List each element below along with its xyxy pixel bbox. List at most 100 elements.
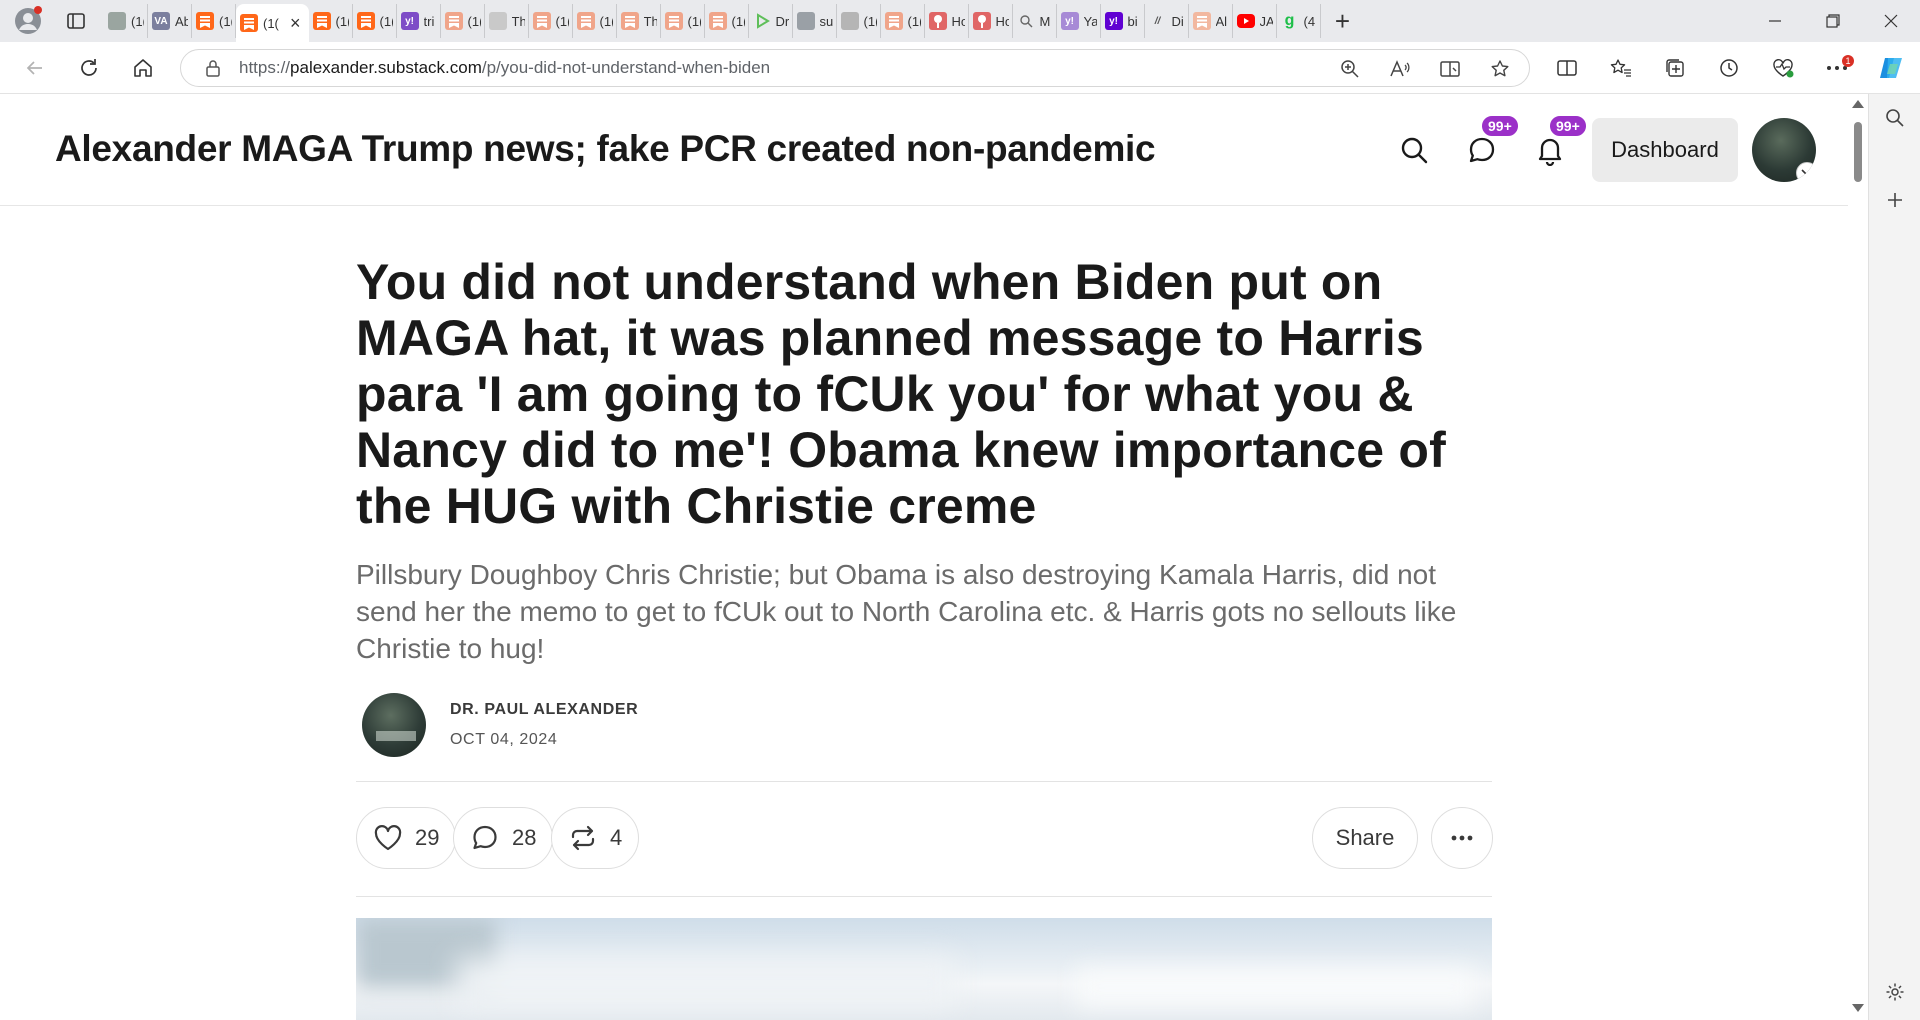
- browser-tab[interactable]: JA: [1233, 4, 1277, 38]
- favorites-button[interactable]: [1594, 47, 1648, 89]
- scrollbar-thumb[interactable]: [1854, 122, 1862, 182]
- post-hero-image[interactable]: [356, 918, 1492, 1020]
- browser-tab[interactable]: (1(: [353, 4, 397, 38]
- tab-title: Th: [643, 13, 657, 29]
- tab-title: Di: [1171, 13, 1184, 29]
- back-button[interactable]: [14, 47, 56, 89]
- more-options-button[interactable]: [1431, 807, 1493, 869]
- favorite-star-button[interactable]: [1481, 50, 1519, 88]
- tab-title: (1(: [131, 13, 144, 29]
- browser-tab[interactable]: (1(: [661, 4, 705, 38]
- byline: DR. PAUL ALEXANDER OCT 04, 2024: [356, 693, 1492, 759]
- settings-and-more-button[interactable]: 1: [1810, 47, 1864, 89]
- search-button[interactable]: [1392, 128, 1436, 172]
- minimize-icon: [1769, 20, 1781, 22]
- history-button[interactable]: [1702, 47, 1756, 89]
- scroll-down-arrow[interactable]: [1852, 1004, 1864, 1012]
- author-avatar[interactable]: [362, 693, 426, 757]
- tab-title: su: [819, 13, 833, 29]
- profile-button[interactable]: [10, 3, 46, 39]
- browser-tab[interactable]: (1(: [837, 4, 881, 38]
- browser-tab[interactable]: Al: [1189, 4, 1233, 38]
- publication-title[interactable]: Alexander MAGA Trump news; fake PCR crea…: [55, 128, 1156, 170]
- tab-title: Al: [1215, 13, 1228, 29]
- notification-badge: 1: [1842, 55, 1854, 67]
- browser-tab[interactable]: (1(: [104, 4, 148, 38]
- browser-tab[interactable]: (1(×: [236, 4, 309, 42]
- tab-title: (1(: [687, 13, 701, 29]
- browser-tab[interactable]: Th: [617, 4, 661, 38]
- zoom-button[interactable]: [1331, 50, 1369, 88]
- browser-tab[interactable]: (1(: [881, 4, 925, 38]
- scroll-up-arrow[interactable]: [1852, 100, 1864, 108]
- browser-tab[interactable]: (1(: [573, 4, 617, 38]
- browser-tab[interactable]: (1(: [192, 4, 236, 38]
- immersive-reader-button[interactable]: [1431, 50, 1469, 88]
- sidebar-settings-button[interactable]: [1869, 970, 1920, 1014]
- heart-icon: [374, 825, 402, 851]
- like-button[interactable]: 29: [356, 807, 457, 869]
- notifications-button[interactable]: 99+: [1528, 114, 1588, 172]
- refresh-button[interactable]: [68, 47, 110, 89]
- chevron-down-icon[interactable]: [1796, 162, 1816, 182]
- browser-tab[interactable]: (1(: [529, 4, 573, 38]
- browser-tab[interactable]: Ho: [969, 4, 1013, 38]
- browser-tab[interactable]: y! tri: [397, 4, 441, 38]
- browser-tab[interactable]: M: [1013, 4, 1057, 38]
- lock-icon[interactable]: [203, 58, 223, 78]
- split-screen-icon: [1557, 60, 1577, 76]
- comment-button[interactable]: 28: [453, 807, 554, 869]
- browser-tab[interactable]: y! bi: [1101, 4, 1145, 38]
- new-tab-button[interactable]: +: [1325, 3, 1361, 39]
- tab-title: (1(: [731, 13, 745, 29]
- page-scrollbar[interactable]: [1848, 94, 1868, 1020]
- browser-tab[interactable]: VA Ab: [148, 4, 192, 38]
- browser-tab[interactable]: // Di: [1145, 4, 1189, 38]
- tab-title: (1(: [555, 13, 569, 29]
- tab-favicon-icon: [444, 12, 463, 30]
- collections-button[interactable]: [1648, 47, 1702, 89]
- browser-essentials-button[interactable]: [1756, 47, 1810, 89]
- address-field[interactable]: https://palexander.substack.com/p/you-di…: [180, 49, 1530, 87]
- browser-tab[interactable]: g (4: [1277, 4, 1321, 38]
- tab-actions-button[interactable]: [56, 3, 96, 39]
- restack-button[interactable]: 4: [551, 807, 640, 869]
- user-avatar[interactable]: [1752, 118, 1816, 182]
- browser-tab[interactable]: y! Ya: [1057, 4, 1101, 38]
- post-date: OCT 04, 2024: [450, 731, 558, 748]
- copilot-button[interactable]: [1864, 47, 1918, 89]
- browser-tab[interactable]: (1(: [309, 4, 353, 38]
- split-screen-button[interactable]: [1540, 47, 1594, 89]
- gear-icon: [1886, 983, 1904, 1001]
- read-aloud-button[interactable]: [1381, 50, 1419, 88]
- browser-tab[interactable]: (1(: [705, 4, 749, 38]
- browser-tab[interactable]: su: [793, 4, 837, 38]
- address-field-actions: [1331, 50, 1519, 88]
- home-button[interactable]: [122, 47, 164, 89]
- restore-button[interactable]: [1804, 0, 1862, 42]
- tab-title: (1(: [335, 13, 349, 29]
- divider: [356, 896, 1492, 897]
- browser-tab[interactable]: (1(: [441, 4, 485, 38]
- url-prefix: https://: [239, 58, 291, 77]
- tab-favicon-icon: [356, 12, 375, 30]
- browser-toolbar: 1: [1540, 47, 1918, 89]
- tab-title: Ya: [1083, 13, 1097, 29]
- address-toolbar: https://palexander.substack.com/p/you-di…: [0, 42, 1920, 94]
- browser-tab[interactable]: Dr: [749, 4, 793, 38]
- minimize-button[interactable]: [1746, 0, 1804, 42]
- close-window-button[interactable]: [1862, 0, 1920, 42]
- author-name[interactable]: DR. PAUL ALEXANDER: [450, 701, 638, 719]
- chat-button[interactable]: 99+: [1460, 114, 1520, 172]
- restore-icon: [1826, 14, 1840, 28]
- sidebar-search-button[interactable]: [1869, 96, 1920, 140]
- browser-tab[interactable]: Ho: [925, 4, 969, 38]
- tab-title: Ho: [995, 13, 1009, 29]
- tab-favicon-icon: [796, 12, 815, 30]
- url-text[interactable]: https://palexander.substack.com/p/you-di…: [239, 58, 770, 78]
- dashboard-button[interactable]: Dashboard: [1592, 118, 1738, 182]
- share-button[interactable]: Share: [1312, 807, 1418, 869]
- sidebar-add-button[interactable]: [1869, 178, 1920, 222]
- close-tab-icon[interactable]: ×: [290, 13, 301, 34]
- browser-tab[interactable]: Th: [485, 4, 529, 38]
